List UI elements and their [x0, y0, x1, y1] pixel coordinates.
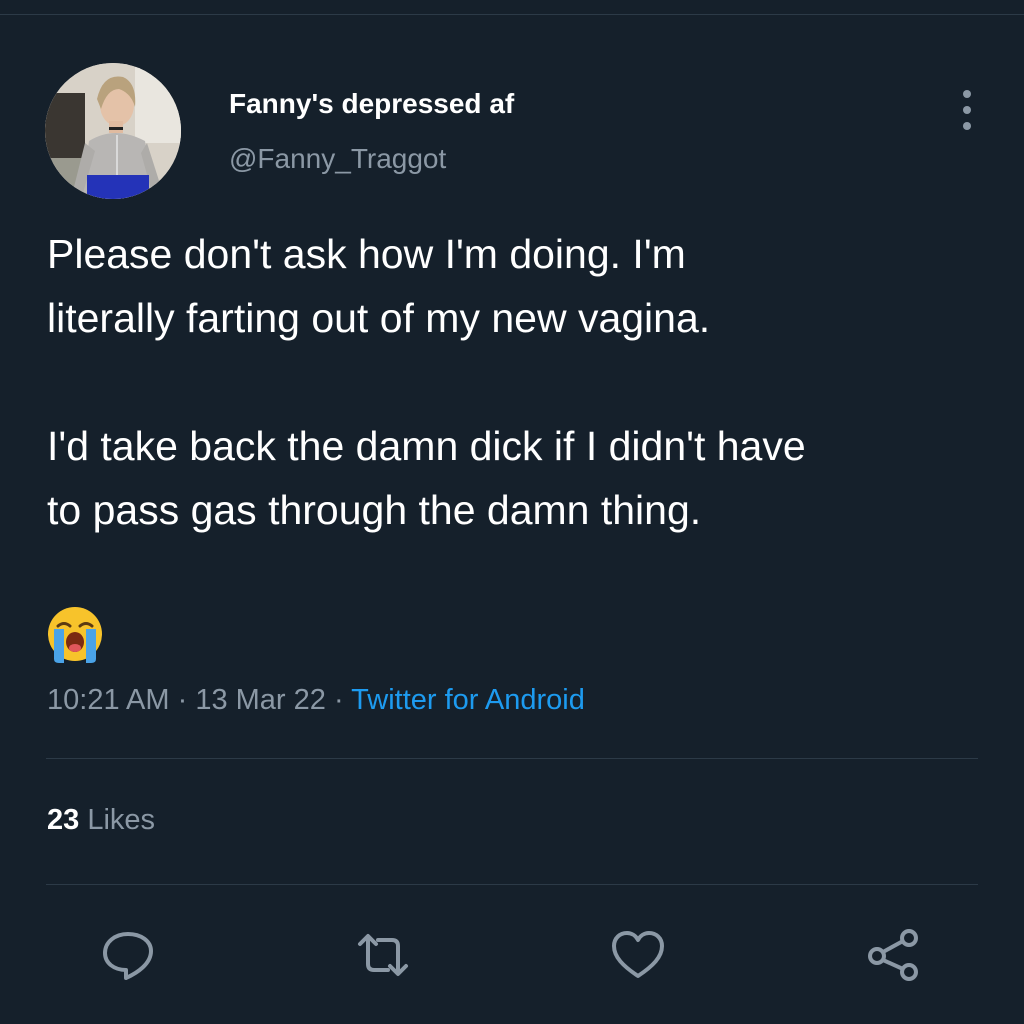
likes-stat[interactable]: 23 Likes	[47, 804, 155, 837]
avatar[interactable]	[45, 63, 181, 199]
retweet-icon	[358, 934, 408, 976]
share-icon	[868, 929, 918, 981]
tweet-time[interactable]: 10:21 AM	[47, 684, 170, 716]
tweet-line-2: literally farting out of my new vagina.	[47, 295, 711, 341]
top-divider	[0, 14, 1024, 15]
tweet-date[interactable]: 13 Mar 22	[195, 684, 326, 716]
dot	[963, 106, 971, 114]
likes-label: Likes	[87, 804, 156, 836]
likes-count: 23	[47, 804, 80, 836]
share-button[interactable]	[863, 925, 923, 985]
avatar-image	[45, 63, 181, 199]
tweet-line-4: to pass gas through the damn thing.	[47, 487, 702, 533]
meta-separator: ·	[325, 684, 352, 716]
tweet-line-3: I'd take back the damn dick if I didn't …	[47, 423, 806, 469]
tweet-meta: 10:21 AM · 13 Mar 22 · Twitter for Andro…	[47, 684, 585, 717]
tweet-paragraph-1: Please don't ask how I'm doing. I'm liter…	[47, 222, 997, 350]
reply-button[interactable]	[98, 925, 158, 985]
retweet-button[interactable]	[353, 925, 413, 985]
more-options-icon[interactable]	[950, 88, 984, 132]
tweet-paragraph-2: I'd take back the damn dick if I didn't …	[47, 414, 997, 542]
divider	[46, 884, 978, 885]
dot	[963, 90, 971, 98]
like-button[interactable]	[608, 925, 668, 985]
divider	[46, 758, 978, 759]
heart-icon	[612, 931, 664, 978]
meta-separator: ·	[169, 684, 196, 716]
handle[interactable]: @Fanny_Traggot	[229, 143, 446, 175]
display-name[interactable]: Fanny's depressed af	[229, 88, 514, 120]
reply-icon	[103, 932, 153, 980]
tweet-source-link[interactable]: Twitter for Android	[351, 684, 585, 716]
tweet-line-1: Please don't ask how I'm doing. I'm	[47, 231, 686, 277]
tweet-text: Please don't ask how I'm doing. I'm liter…	[47, 222, 997, 542]
loudly-crying-face-icon	[46, 605, 104, 663]
dot	[963, 122, 971, 130]
